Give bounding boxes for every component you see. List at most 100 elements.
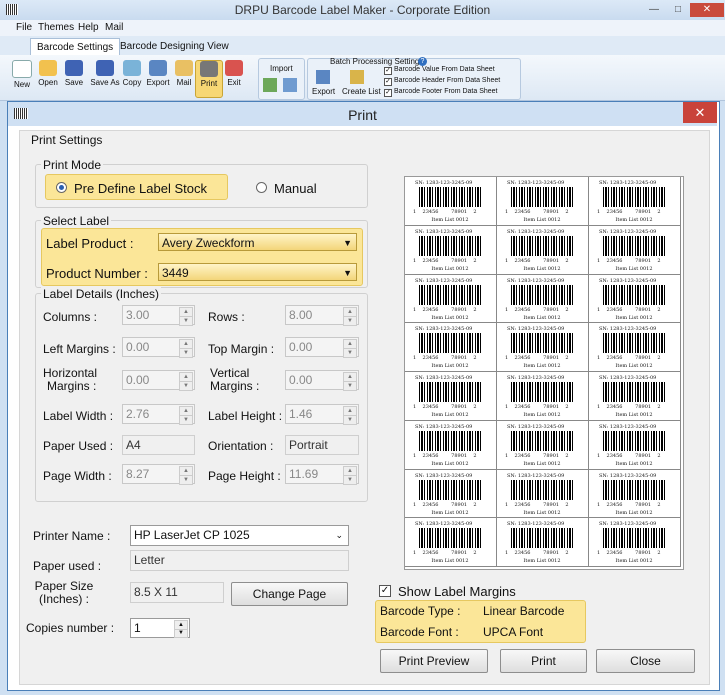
- barcode-bars: [511, 333, 573, 354]
- close-button[interactable]: Close: [596, 649, 695, 673]
- select-label-legend: Select Label: [41, 214, 112, 228]
- copy-button[interactable]: Copy: [119, 60, 145, 87]
- barcode-bars: [511, 479, 573, 500]
- create-list-icon[interactable]: [350, 70, 364, 84]
- label-width-label: Label Width :: [43, 409, 114, 423]
- label-item: Item List 0012: [431, 265, 469, 272]
- save-as-button[interactable]: Save As: [90, 60, 120, 87]
- change-page-button[interactable]: Change Page: [231, 582, 348, 606]
- menu-themes[interactable]: Themes: [38, 22, 74, 33]
- columns-stepper[interactable]: 3.00 ▲ ▼: [122, 305, 195, 326]
- save-icon: [65, 60, 83, 76]
- menu-help[interactable]: Help: [78, 22, 99, 33]
- label-preview: SN: 1283-123-3245-09 1 23456 78901 2 Item …: [404, 176, 684, 570]
- horizontal-margins-stepper[interactable]: 0.00 ▲ ▼: [122, 370, 195, 391]
- import-label: Import: [270, 64, 293, 73]
- print-preview-button[interactable]: Print Preview: [380, 649, 488, 673]
- label-product-dropdown[interactable]: Avery Zweckform ▼: [158, 233, 357, 251]
- tab-barcode-designing-view[interactable]: Barcode Designing View: [114, 38, 235, 55]
- menu-file[interactable]: File: [16, 22, 32, 33]
- label-digits: 1 23456 78901 2: [505, 452, 569, 459]
- page-width-stepper[interactable]: 8.27 ▲ ▼: [122, 464, 195, 485]
- save-button[interactable]: Save: [61, 60, 87, 87]
- show-margins-checkbox[interactable]: ✓: [379, 585, 391, 597]
- batch-title: Batch Processing Settings: [330, 57, 424, 66]
- top-margin-stepper[interactable]: 0.00 ▲ ▼: [285, 337, 359, 358]
- label-serial: SN: 1283-123-3245-09: [599, 521, 657, 528]
- predefine-label[interactable]: Pre Define Label Stock: [74, 181, 207, 196]
- label-item: Item List 0012: [615, 314, 653, 321]
- label-digits: 1 23456 78901 2: [597, 404, 661, 410]
- chevron-down-icon: ⌄: [335, 530, 343, 540]
- save-as-icon: [96, 60, 114, 76]
- label-width-stepper[interactable]: 2.76 ▲ ▼: [122, 404, 195, 425]
- batch-export-icon[interactable]: [316, 70, 330, 84]
- rows-stepper[interactable]: 8.00 ▲ ▼: [285, 305, 359, 326]
- import-file-icon[interactable]: [283, 78, 297, 92]
- barcode-font-value: UPCA Font: [483, 625, 544, 639]
- label-item: Item List 0012: [523, 412, 561, 418]
- product-number-dropdown[interactable]: 3449 ▼: [158, 263, 357, 281]
- chevron-down-icon: ▼: [343, 238, 352, 248]
- label-item: Item List 0012: [615, 217, 653, 223]
- label-digits: 1 23456 78901 2: [413, 452, 477, 459]
- manual-radio[interactable]: [256, 182, 267, 193]
- label-serial: SN: 1283-123-3245-09: [507, 472, 565, 479]
- copies-stepper[interactable]: 1 ▲ ▼: [130, 618, 190, 638]
- dialog-close-icon[interactable]: ✕: [683, 102, 717, 123]
- product-number-label: Product Number :: [46, 266, 148, 281]
- label-preview-cell: SN: 1283-123-3245-09 1 23456 78901 2 Item …: [589, 372, 681, 421]
- label-item: Item List 0012: [615, 363, 653, 370]
- barcode-bars: [603, 382, 665, 402]
- label-item: Item List 0012: [431, 217, 469, 223]
- vertical-margins-stepper[interactable]: 0.00 ▲ ▼: [285, 370, 359, 391]
- label-preview-cell: SN: 1283-123-3245-09 1 23456 78901 2 Item …: [589, 177, 681, 226]
- print-toolbar-button[interactable]: Print: [195, 60, 223, 98]
- label-preview-cell: SN: 1283-123-3245-09 1 23456 78901 2 Item …: [589, 469, 681, 519]
- create-list-label[interactable]: Create List: [342, 87, 381, 96]
- label-serial: SN: 1283-123-3245-09: [415, 228, 473, 235]
- left-margins-stepper[interactable]: 0.00 ▲ ▼: [122, 337, 195, 358]
- print-settings-legend: Print Settings: [29, 133, 105, 147]
- maximize-button[interactable]: □: [666, 3, 690, 17]
- menu-mail[interactable]: Mail: [105, 22, 123, 33]
- label-serial: SN: 1283-123-3245-09: [507, 521, 565, 528]
- barcode-bars: [511, 528, 573, 549]
- rows-label: Rows :: [208, 310, 245, 324]
- label-preview-cell: SN: 1283-123-3245-09 1 23456 78901 2 Item …: [497, 372, 589, 421]
- label-item: Item List 0012: [523, 217, 561, 223]
- page-height-label: Page Height :: [208, 469, 281, 483]
- label-digits: 1 23456 78901 2: [413, 501, 477, 508]
- label-height-stepper[interactable]: 1.46 ▲ ▼: [285, 404, 359, 425]
- predefine-radio[interactable]: [56, 182, 67, 193]
- label-digits: 1 23456 78901 2: [413, 306, 477, 313]
- page-height-stepper[interactable]: 11.69 ▲ ▼: [285, 464, 359, 485]
- printer-name-dropdown[interactable]: HP LaserJet CP 1025 ⌄: [130, 525, 349, 546]
- new-button[interactable]: New: [9, 60, 35, 89]
- minimize-button[interactable]: —: [642, 3, 666, 17]
- label-digits: 1 23456 78901 2: [597, 501, 661, 508]
- batch-export-label[interactable]: Export: [312, 87, 335, 96]
- label-digits: 1 23456 78901 2: [413, 550, 477, 557]
- show-margins-label[interactable]: Show Label Margins: [398, 584, 516, 599]
- manual-label[interactable]: Manual: [274, 181, 317, 196]
- window-close-button[interactable]: ✕: [690, 3, 724, 17]
- label-serial: SN: 1283-123-3245-09: [507, 423, 565, 430]
- help-icon[interactable]: ?: [418, 57, 427, 66]
- barcode-font-label: Barcode Font :: [380, 625, 459, 639]
- mail-button[interactable]: Mail: [171, 60, 197, 87]
- barcode-bars: [419, 382, 481, 402]
- title-bar: DRPU Barcode Label Maker - Corporate Edi…: [0, 0, 725, 21]
- label-digits: 1 23456 78901 2: [505, 209, 569, 215]
- label-preview-cell: SN: 1283-123-3245-09 1 23456 78901 2 Item …: [497, 420, 589, 470]
- exit-button[interactable]: Exit: [221, 60, 247, 87]
- open-button[interactable]: Open: [35, 60, 61, 87]
- import-excel-icon[interactable]: [263, 78, 277, 92]
- orientation-label: Orientation :: [208, 439, 274, 453]
- tab-barcode-settings[interactable]: Barcode Settings: [30, 38, 121, 56]
- barcode-bars: [419, 479, 481, 500]
- label-item: Item List 0012: [431, 363, 469, 370]
- export-button[interactable]: Export: [145, 60, 171, 87]
- print-button[interactable]: Print: [500, 649, 587, 673]
- barcode-bars: [419, 333, 481, 354]
